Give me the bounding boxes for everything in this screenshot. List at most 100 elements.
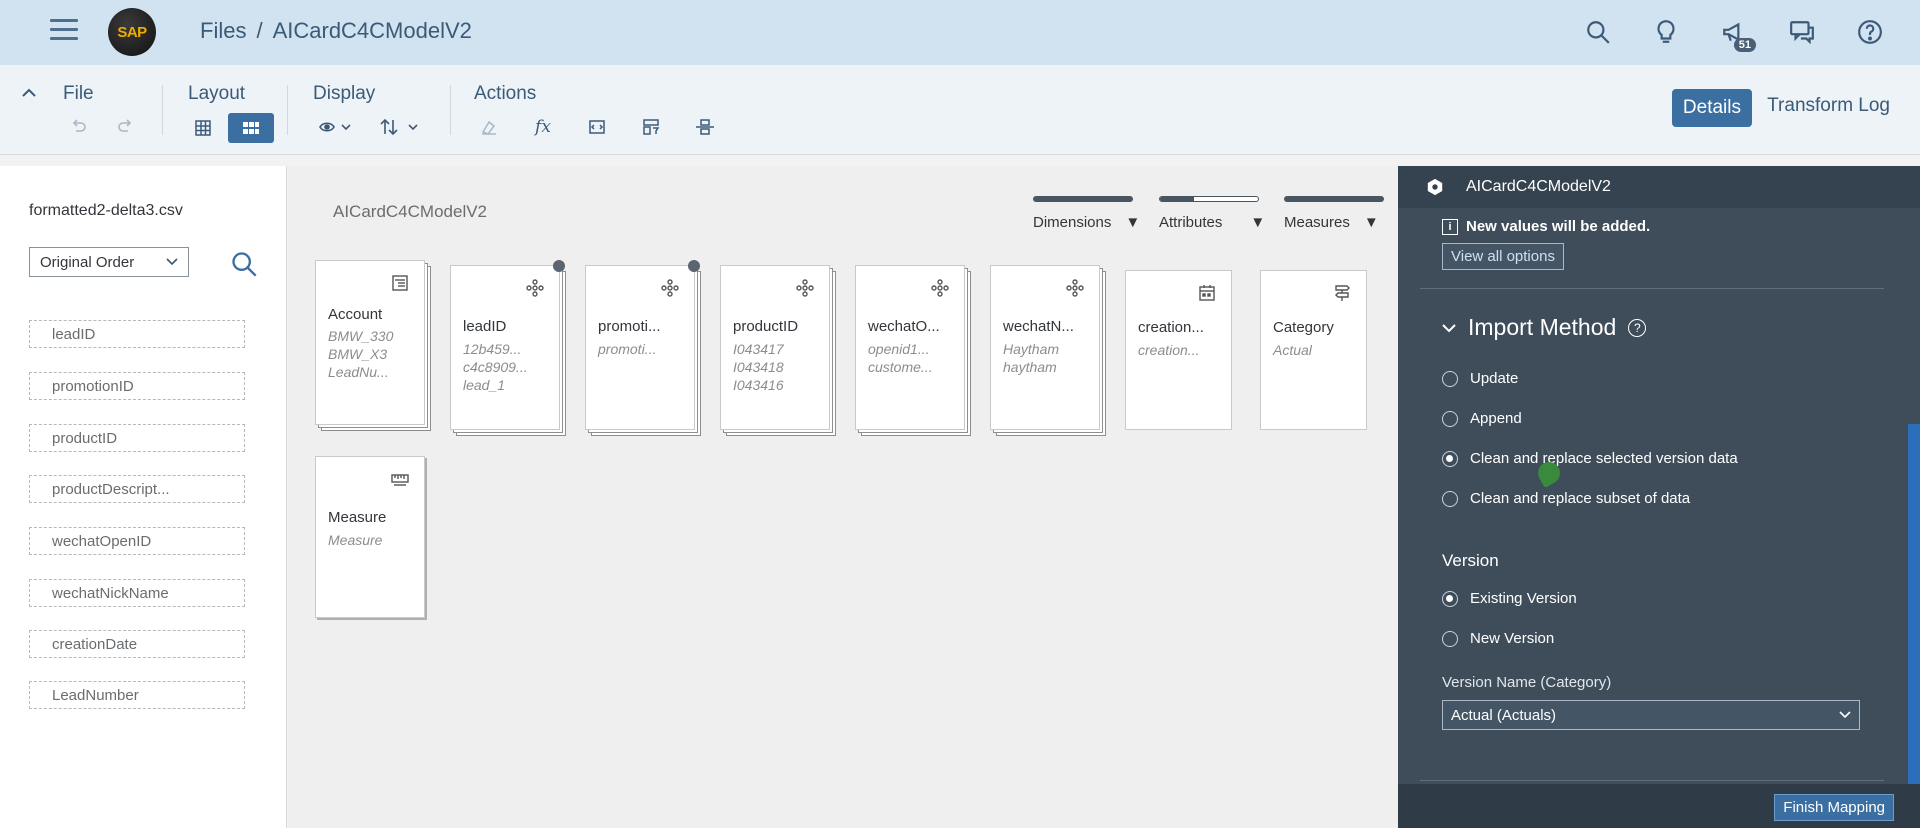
card-value: I043417: [733, 341, 784, 357]
grid-view-icon[interactable]: [188, 114, 218, 142]
display-group-title: Display: [313, 83, 376, 104]
mapping-dot: [553, 260, 565, 272]
details-panel: AICardC4CModelV2 i New values will be ad…: [1398, 166, 1920, 828]
visibility-dropdown-icon[interactable]: [313, 113, 357, 141]
card-value: 12b459...: [463, 341, 522, 357]
dimension-icon: [931, 279, 949, 297]
lightbulb-icon[interactable]: [1646, 12, 1686, 52]
card-values: openid1... custome...: [868, 340, 933, 376]
version-title: Version: [1442, 551, 1499, 570]
breadcrumb-separator: /: [256, 18, 263, 43]
dimension-icon: [526, 279, 544, 297]
collapse-toolbar-icon[interactable]: [22, 85, 36, 103]
dimension-card-account[interactable]: Account BMW_330 BMW_X3 LeadNu...: [315, 260, 425, 425]
card-view-icon[interactable]: [228, 113, 274, 143]
transform-log-button[interactable]: Transform Log: [1767, 95, 1890, 117]
megaphone-icon[interactable]: 51: [1714, 12, 1756, 52]
field-item[interactable]: LeadNumber: [29, 681, 245, 709]
radio-clean-replace-subset[interactable]: Clean and replace subset of data: [1442, 490, 1690, 507]
radio-button-checked[interactable]: [1442, 450, 1458, 467]
dimension-card-creationdate[interactable]: creation... creation...: [1125, 270, 1232, 430]
field-item[interactable]: wechatNickName: [29, 579, 245, 607]
source-filename: formatted2-delta3.csv: [29, 202, 183, 219]
dropdown-icon: ▼: [1363, 214, 1379, 231]
finish-mapping-button[interactable]: Finish Mapping: [1774, 794, 1894, 821]
breadcrumb-files[interactable]: Files: [200, 18, 246, 44]
import-method-header[interactable]: Import Method ?: [1442, 314, 1647, 341]
dimension-card-promotion[interactable]: promoti... promoti...: [585, 260, 700, 430]
card-values: Actual: [1273, 341, 1312, 359]
radio-button[interactable]: [1442, 490, 1458, 507]
radio-button[interactable]: [1442, 410, 1458, 427]
undo-icon[interactable]: [63, 113, 93, 141]
expand-icon[interactable]: [582, 113, 612, 141]
card-values: Haytham haytham: [1003, 340, 1059, 376]
radio-button[interactable]: [1442, 630, 1458, 647]
dropdown-icon: ▼: [1125, 214, 1141, 231]
dimension-card-productid[interactable]: productID I043417 I043418 I043416: [720, 265, 830, 430]
field-item[interactable]: productID: [29, 424, 245, 452]
section-divider: [1420, 288, 1884, 289]
version-name-select[interactable]: Actual (Actuals): [1442, 700, 1860, 730]
transform-icon[interactable]: [636, 113, 666, 141]
field-item[interactable]: productDescript...: [29, 475, 245, 503]
order-select[interactable]: Original Order: [29, 247, 189, 277]
dimension-card-category[interactable]: Category Actual: [1260, 270, 1367, 430]
scrollbar-thumb[interactable]: [1908, 424, 1920, 826]
dimension-card-leadid[interactable]: leadID 12b459... c4c8909... lead_1: [450, 260, 565, 430]
radio-append[interactable]: Append: [1442, 410, 1522, 427]
dimension-card-wechatopenid[interactable]: wechatO... openid1... custome...: [855, 265, 965, 430]
view-all-options-button[interactable]: View all options: [1442, 243, 1564, 270]
details-header: AICardC4CModelV2: [1398, 166, 1920, 208]
sap-logo[interactable]: SAP: [108, 8, 156, 56]
help-icon[interactable]: [1850, 12, 1890, 52]
radio-label: New Version: [1470, 630, 1555, 647]
radio-existing-version[interactable]: Existing Version: [1442, 590, 1577, 607]
menu-icon[interactable]: [50, 19, 78, 43]
card-title: productID: [733, 318, 799, 335]
radio-button[interactable]: [1442, 370, 1458, 387]
search-icon[interactable]: [230, 250, 258, 278]
card-value: BMW_X3: [328, 346, 388, 362]
model-name: AICardC4CModelV2: [333, 202, 488, 221]
card-value: lead_1: [463, 377, 506, 393]
radio-update[interactable]: Update: [1442, 370, 1518, 387]
details-scrollbar[interactable]: [1908, 208, 1920, 826]
clear-format-icon[interactable]: [474, 113, 504, 141]
search-icon[interactable]: [1578, 12, 1618, 52]
field-item[interactable]: promotionID: [29, 372, 245, 400]
legend-attributes[interactable]: Attributes ▼: [1159, 196, 1265, 231]
layout-group-title: Layout: [188, 83, 246, 104]
redo-icon[interactable]: [111, 113, 141, 141]
radio-clean-replace-version[interactable]: Clean and replace selected version data: [1442, 450, 1738, 467]
info-text: New values will be added.: [1466, 218, 1651, 235]
sort-dropdown-icon[interactable]: [371, 113, 427, 141]
measure-card[interactable]: Measure Measure: [315, 456, 425, 618]
field-item[interactable]: creationDate: [29, 630, 245, 658]
field-item[interactable]: leadID: [29, 320, 245, 348]
file-group: File: [63, 83, 141, 141]
field-item[interactable]: wechatOpenID: [29, 527, 245, 555]
split-icon[interactable]: [690, 113, 720, 141]
legend-measures[interactable]: Measures ▼: [1284, 196, 1384, 231]
dimension-card-wechatnickname[interactable]: wechatN... Haytham haytham: [990, 265, 1100, 430]
legend-dimensions[interactable]: Dimensions ▼: [1033, 196, 1140, 231]
feedback-icon[interactable]: [1782, 12, 1822, 52]
details-title: AICardC4CModelV2: [1466, 178, 1611, 195]
radio-new-version[interactable]: New Version: [1442, 630, 1554, 647]
chevron-down-icon: [1839, 711, 1851, 719]
card-title: leadID: [463, 318, 507, 335]
details-button[interactable]: Details: [1671, 89, 1752, 127]
calendar-icon: [1199, 285, 1215, 301]
card-title: creation...: [1138, 319, 1204, 336]
radio-button-checked[interactable]: [1442, 590, 1458, 607]
card-values: promoti...: [598, 340, 656, 358]
card-values: BMW_330 BMW_X3 LeadNu...: [328, 327, 393, 381]
dimension-icon: [661, 279, 679, 297]
details-content: i New values will be added. View all opt…: [1420, 208, 1900, 784]
formula-icon[interactable]: fx: [528, 113, 558, 141]
card-value: Actual: [1273, 342, 1312, 358]
radio-label: Clean and replace selected version data: [1470, 450, 1738, 467]
card-value: creation...: [1138, 342, 1200, 358]
help-icon[interactable]: ?: [1628, 318, 1647, 337]
